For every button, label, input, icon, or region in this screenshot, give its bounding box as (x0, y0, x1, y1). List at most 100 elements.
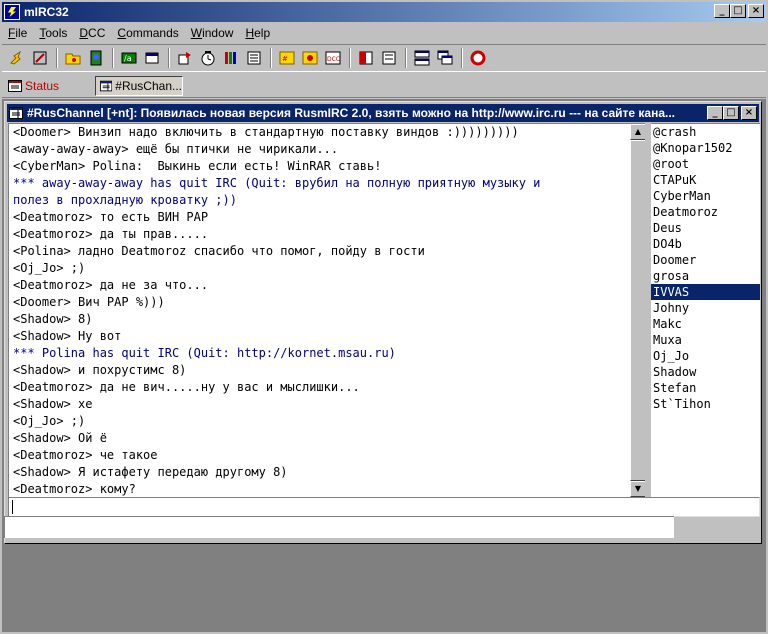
chat-message-line: <Deatmoroz> да не за что... (13, 278, 209, 292)
menu-file[interactable]: File (2, 26, 33, 40)
chat-scrollbar[interactable]: ▲ ▼ (630, 124, 645, 497)
nick-item[interactable]: Doomer (651, 252, 760, 268)
tab-status[interactable]: Status (4, 76, 92, 96)
dcc-chat-button[interactable] (197, 47, 219, 69)
nick-item[interactable]: Oj_Jo (651, 348, 760, 364)
nick-list[interactable]: @crash @Knopar1502 @root CTAPuK CyberMan Deat… (651, 123, 760, 497)
nick-item[interactable]: Makc (651, 316, 760, 332)
channel-maximize-button[interactable]: □ (723, 106, 739, 120)
dcc-options-button[interactable] (220, 47, 242, 69)
quit-message-line: *** Polina has quit IRC (Quit: http://ko… (13, 346, 396, 360)
chat-message-line: <Deatmoroz> то есть ВИН РАР (13, 210, 209, 224)
toolbar-separator (168, 48, 170, 68)
tab-status-label: Status (25, 78, 60, 93)
nick-item[interactable]: @crash (651, 124, 760, 140)
nick-item[interactable]: Deatmoroz (651, 204, 760, 220)
dcc-send-button[interactable] (174, 47, 196, 69)
status-window-input[interactable] (4, 516, 674, 538)
channel-minimize-button[interactable]: _ (707, 106, 723, 120)
dcc-button[interactable]: DCC (322, 47, 344, 69)
menu-tools[interactable]: Tools (33, 26, 73, 40)
maximize-button[interactable]: □ (730, 4, 746, 18)
nick-item[interactable]: DO4b (651, 236, 760, 252)
chat-message-line: <Oj_Jo> ;) (13, 261, 86, 275)
nick-item[interactable]: grosa (651, 268, 760, 284)
message-input[interactable] (8, 497, 760, 517)
chat-message-line: <Shadow> Ну вот (13, 329, 122, 343)
menu-dcc[interactable]: DCC (73, 26, 111, 40)
menu-window[interactable]: Window (185, 26, 240, 40)
mirc-app-icon[interactable] (4, 4, 20, 20)
tab-ruschannel[interactable]: #RusChan... (95, 75, 183, 96)
nick-item[interactable]: CTAPuK (651, 172, 760, 188)
channel-central-button[interactable] (355, 47, 377, 69)
log-icon (302, 50, 318, 66)
chat-message-line: <CyberMan> Polina: Выкинь если есть! Win… (13, 159, 382, 173)
chat-message-line: <Doomer> Винзип надо включить в стандарт… (13, 125, 519, 139)
about-icon (246, 50, 262, 66)
chat-message-line: <Shadow> 8) (13, 312, 93, 326)
connect-button[interactable] (6, 47, 28, 69)
log-button[interactable] (299, 47, 321, 69)
address-book-button[interactable] (85, 47, 107, 69)
chat-message-line: <Deatmoroz> да не вич.....ну у вас и мыс… (13, 380, 360, 394)
channel-close-button[interactable]: × (741, 106, 757, 120)
channel-window-icon (100, 80, 113, 91)
nick-item[interactable]: CyberMan (651, 188, 760, 204)
channel-title-bar[interactable]: #RusChannel [+nt]: Появилась новая верси… (7, 104, 759, 122)
nick-item[interactable]: Stefan (651, 380, 760, 396)
help-icon (470, 50, 486, 66)
notify-button[interactable] (141, 47, 163, 69)
scroll-down-button[interactable]: ▼ (630, 481, 645, 497)
svg-text:DCC: DCC (327, 56, 340, 63)
app-title: mIRC32 (24, 5, 69, 19)
about-button[interactable] (243, 47, 265, 69)
tab-ruschannel-label: #RusChan... (115, 78, 182, 93)
options-button[interactable] (29, 47, 51, 69)
connect-icon (9, 50, 25, 66)
cascade-icon (437, 50, 453, 66)
chat-message-line: <Deatmoroz> да ты прав..... (13, 227, 209, 241)
nick-item[interactable]: Deus (651, 220, 760, 236)
switchbar: Status #RusChan... (2, 74, 766, 98)
toolbar-separator (112, 48, 114, 68)
chat-list-button[interactable] (378, 47, 400, 69)
tile-button[interactable] (411, 47, 433, 69)
address-book-icon (88, 50, 104, 66)
menu-commands[interactable]: Commands (111, 26, 184, 40)
dcc-chat-icon (200, 50, 216, 66)
channel-window: #RusChannel [+nt]: Появилась новая верси… (4, 101, 762, 544)
help-button[interactable] (467, 47, 489, 69)
channels-folder-button[interactable] (62, 47, 84, 69)
minimize-button[interactable]: _ (714, 4, 730, 18)
close-button[interactable]: × (748, 4, 764, 18)
chat-log: <Doomer> Винзип надо включить в стандарт… (13, 124, 631, 497)
channel-topic: #RusChannel [+nt]: Появилась новая верси… (27, 106, 675, 120)
nick-item[interactable]: Johny (651, 300, 760, 316)
menu-help[interactable]: Help (239, 26, 276, 40)
scroll-up-button[interactable]: ▲ (630, 124, 645, 140)
chat-pane[interactable]: <Doomer> Винзип надо включить в стандарт… (8, 123, 645, 497)
chat-message-line: <Polina> ладно Deatmoroz спасибо что пом… (13, 244, 425, 258)
toolbar-separator (461, 48, 463, 68)
channel-window-controls: _ □ × (707, 106, 757, 120)
svg-text:#: # (282, 55, 288, 63)
nick-item[interactable]: Muxa (651, 332, 760, 348)
nick-item[interactable]: Shadow (651, 364, 760, 380)
cascade-button[interactable] (434, 47, 456, 69)
nick-item[interactable]: St`Tihon (651, 396, 760, 412)
options-icon (32, 50, 48, 66)
menu-bar: File Tools DCC Commands Window Help (2, 23, 766, 42)
scroll-thumb[interactable] (630, 140, 645, 481)
dcc-send-icon (177, 50, 193, 66)
nick-item[interactable]: IVVAS (651, 284, 760, 300)
toolbar-separator (270, 48, 272, 68)
url-button[interactable]: /a (118, 47, 140, 69)
title-bar[interactable]: mIRC32 _ □ × (2, 2, 766, 22)
toolbar: /a # DCC (2, 44, 766, 72)
nick-item[interactable]: @root (651, 156, 760, 172)
chat-list-icon (381, 50, 397, 66)
chat-message-line: <Shadow> Я истафету передаю другому 8) (13, 465, 288, 479)
channel-list-button[interactable]: # (276, 47, 298, 69)
nick-item[interactable]: @Knopar1502 (651, 140, 760, 156)
